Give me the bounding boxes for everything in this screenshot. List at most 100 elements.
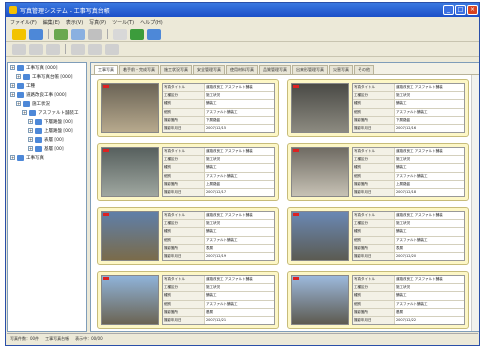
info-label: 写真タイトル [353,212,395,220]
tree-item[interactable]: + アスファルト舗装工 [8,108,86,117]
photo-card[interactable]: 写真タイトル 道路改良工 アスファルト舗装 工種区分 施工状況 種別 舗装工 細別 アスファル… [97,271,279,329]
menu-bar: ファイル(F) 編集(E) 表示(V) 写真(P) ツール(T) ヘルプ(H) [6,17,479,27]
camera-icon[interactable] [71,28,85,40]
expand-icon[interactable]: + [28,146,33,151]
tab-item[interactable]: 安全管理写真 [193,65,225,74]
tab-item[interactable]: 着手前・完成写真 [119,65,159,74]
photo-thumbnail[interactable] [101,211,159,261]
info-row: 写真タイトル 道路改良工 アスファルト舗装 [163,276,274,285]
menu-file[interactable]: ファイル(F) [10,19,37,26]
info-row: 細別 アスファルト舗装工 [353,108,464,117]
info-row: 工種区分 施工状況 [163,156,274,165]
grid-view-icon[interactable] [113,28,127,40]
export-icon[interactable] [130,28,144,40]
info-row: 撮影箇所 下層路盤 [163,116,274,125]
info-value: 道路改良工 アスファルト舗装 [205,277,253,281]
photo-thumbnail[interactable] [291,211,349,261]
photo-card[interactable]: 写真タイトル 道路改良工 アスファルト舗装 工種区分 施工状況 種別 舗装工 細別 アスファル… [97,79,279,137]
tree-item[interactable]: + 表層 [00] [8,135,86,144]
save-icon[interactable] [29,28,43,40]
folder-icon [35,136,42,143]
info-row: 工種区分 施工状況 [353,220,464,229]
menu-help[interactable]: ヘルプ(H) [140,19,163,26]
expand-icon[interactable]: + [28,119,33,124]
expand-icon[interactable]: + [10,92,15,97]
photo-card[interactable]: 写真タイトル 道路改良工 アスファルト舗装 工種区分 施工状況 種別 舗装工 細別 アスファル… [287,143,469,201]
category-tabs: 工事写真 着手前・完成写真 施工状況写真 安全管理写真 使用材料写真 品質管理写真 出来形管… [91,63,479,75]
info-label: 細別 [163,108,205,116]
tree-item[interactable]: + 上層路盤 [00] [8,126,86,135]
tab-item[interactable]: 工事写真 [94,65,118,74]
tree-item[interactable]: + 工事写真 [8,153,86,162]
photo-panel: 工事写真 着手前・完成写真 施工状況写真 安全管理写真 使用材料写真 品質管理写真 出来形管… [90,62,479,332]
print-icon[interactable] [88,28,102,40]
photo-thumbnail[interactable] [101,275,159,325]
expand-icon[interactable]: + [16,74,21,79]
tree-item[interactable]: + 工事写真台帳 [000] [8,72,86,81]
tree-item[interactable]: + 基層 [00] [8,144,86,153]
expand-icon[interactable]: + [28,128,33,133]
info-row: 写真タイトル 道路改良工 アスファルト舗装 [353,276,464,285]
photo-card[interactable]: 写真タイトル 道路改良工 アスファルト舗装 工種区分 施工状況 種別 舗装工 細別 アスファル… [97,143,279,201]
tree-item-label: 工種 [26,83,35,89]
expand-icon[interactable]: + [16,101,21,106]
tab-item[interactable]: その他 [354,65,374,74]
info-label: 撮影年月日 [353,316,395,325]
tab-item[interactable]: 使用材料写真 [226,65,258,74]
tab-item[interactable]: 出来形管理写真 [292,65,328,74]
info-label: 撮影箇所 [353,244,395,252]
info-label: 写真タイトル [353,276,395,284]
expand-icon[interactable]: + [28,137,33,142]
expand-icon[interactable]: + [10,155,15,160]
photo-thumbnail[interactable] [101,147,159,197]
info-row: 種別 舗装工 [353,228,464,237]
marker-icon [293,85,299,88]
tree-item[interactable]: + 施工状況 [8,99,86,108]
cut-icon[interactable] [12,43,26,55]
rotate-icon[interactable] [71,43,85,55]
info-label: 種別 [163,228,205,236]
maximize-button[interactable]: □ [455,5,466,15]
zoom-icon[interactable] [88,43,102,55]
menu-photo[interactable]: 写真(P) [89,19,106,26]
expand-icon[interactable]: + [10,65,15,70]
open-folder-icon[interactable] [12,28,26,40]
paste-icon[interactable] [46,43,60,55]
vertical-scrollbar[interactable] [471,75,479,331]
properties-icon[interactable] [105,43,119,55]
info-row: 細別 アスファルト舗装工 [163,108,274,117]
menu-tools[interactable]: ツール(T) [112,19,134,26]
tab-item[interactable]: 品質管理写真 [259,65,291,74]
expand-icon[interactable]: + [10,83,15,88]
info-row: 撮影箇所 基層 [163,308,274,317]
photo-card[interactable]: 写真タイトル 道路改良工 アスファルト舗装 工種区分 施工状況 種別 舗装工 細別 アスファル… [97,207,279,265]
tab-item[interactable]: 施工状況写真 [160,65,192,74]
menu-edit[interactable]: 編集(E) [43,19,60,26]
minimize-button[interactable]: _ [443,5,454,15]
info-label: 工種区分 [163,156,205,164]
photo-card[interactable]: 写真タイトル 道路改良工 アスファルト舗装 工種区分 施工状況 種別 舗装工 細別 アスファル… [287,207,469,265]
photo-info-table: 写真タイトル 道路改良工 アスファルト舗装 工種区分 施工状況 種別 舗装工 細別 アスファル… [352,83,465,133]
photo-thumbnail[interactable] [291,275,349,325]
tree-item-label: 工事写真台帳 [000] [32,74,73,80]
close-button[interactable]: × [467,5,478,15]
photo-thumbnail[interactable] [291,147,349,197]
photo-thumbnail[interactable] [291,83,349,133]
marker-icon [293,213,299,216]
tree-item[interactable]: + 道路改良工事 [000] [8,90,86,99]
tree-item[interactable]: + 工種 [8,81,86,90]
import-icon[interactable] [54,28,68,40]
photo-card[interactable]: 写真タイトル 道路改良工 アスファルト舗装 工種区分 施工状況 種別 舗装工 細別 アスファル… [287,271,469,329]
tree-item[interactable]: + 下層路盤 [00] [8,117,86,126]
photo-card[interactable]: 写真タイトル 道路改良工 アスファルト舗装 工種区分 施工状況 種別 舗装工 細別 アスファル… [287,79,469,137]
tree-item[interactable]: + 工事写真 [000] [8,63,86,72]
copy-icon[interactable] [29,43,43,55]
list-view-icon[interactable] [147,28,161,40]
expand-icon[interactable]: + [22,110,27,115]
info-value: 施工状況 [395,285,410,290]
photo-thumbnail[interactable] [101,83,159,133]
info-label: 写真タイトル [163,276,205,284]
menu-view[interactable]: 表示(V) [66,19,83,26]
info-label: 工種区分 [353,220,395,228]
tab-item[interactable]: 災害写真 [329,65,353,74]
